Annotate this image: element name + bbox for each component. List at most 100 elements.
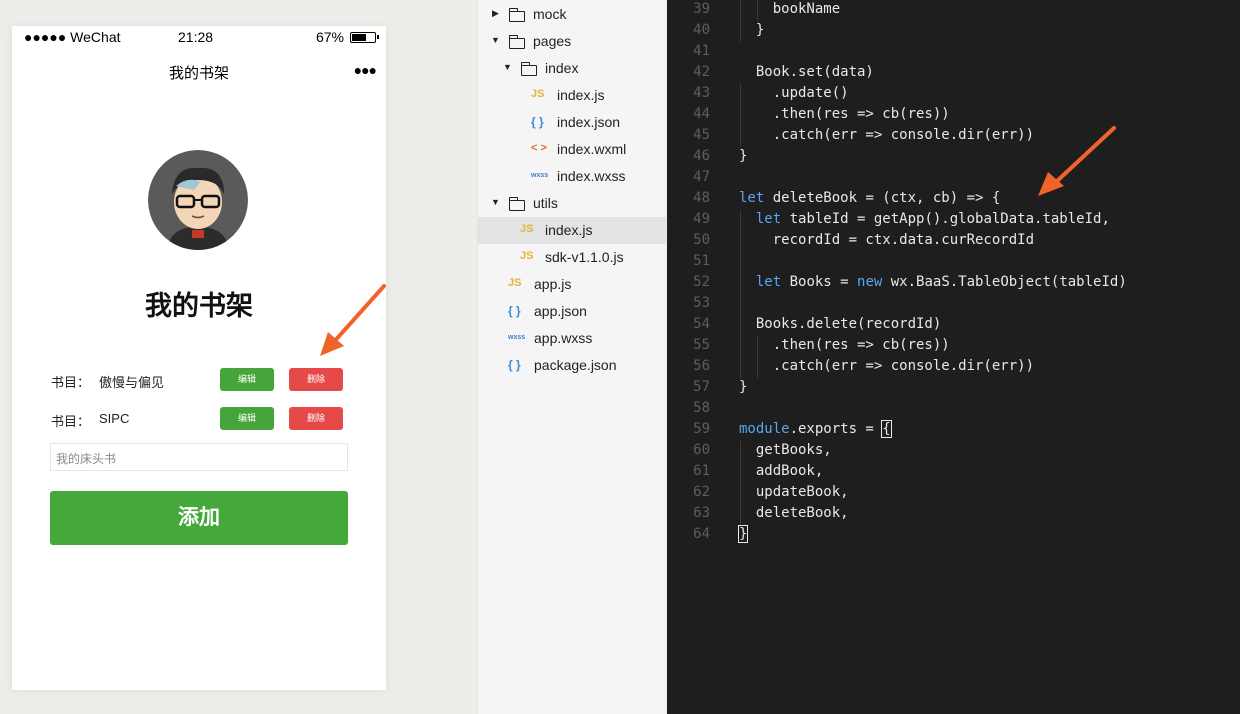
line-number: 51	[693, 253, 710, 269]
tree-file-index-wxml[interactable]: < > index.wxml	[478, 136, 666, 163]
file-tree: ▶ mock ▼ pages ▼ index JS index.js { } i…	[477, 0, 666, 714]
code-line: 45 .catch(err => console.dir(err))	[667, 126, 1240, 147]
line-number: 53	[693, 295, 710, 311]
code-text: }	[739, 379, 748, 395]
annotation-arrow-icon	[1038, 126, 1116, 196]
code-line: 49 let tableId = getApp().globalData.tab…	[667, 210, 1240, 231]
code-line: 48 let deleteBook = (ctx, cb) => {	[667, 189, 1240, 210]
line-number: 48	[693, 190, 710, 206]
tree-folder-pages[interactable]: ▼ pages	[478, 28, 666, 55]
tree-label: utils	[533, 195, 558, 211]
book-list-item: 书目： SIPC 编辑 删除	[51, 407, 351, 431]
line-number: 42	[693, 64, 710, 80]
code-line: 61 addBook,	[667, 462, 1240, 483]
code-line: 47	[667, 168, 1240, 189]
tree-file-index-js[interactable]: JS index.js	[478, 82, 666, 109]
line-number: 55	[693, 337, 710, 353]
js-file-icon: JS	[508, 277, 522, 289]
code-line: 41	[667, 42, 1240, 63]
code-line: 52 let Books = new wx.BaaS.TableObject(t…	[667, 273, 1240, 294]
line-number: 52	[693, 274, 710, 290]
wxss-file-icon: wxss	[508, 334, 526, 341]
tree-label: app.wxss	[534, 330, 593, 346]
tree-file-index-wxss[interactable]: wxss index.wxss	[478, 163, 666, 190]
line-number: 57	[693, 379, 710, 395]
tree-label: mock	[533, 6, 567, 22]
code-line: 51	[667, 252, 1240, 273]
js-file-icon: JS	[531, 88, 545, 100]
book-label: 书目：	[51, 375, 91, 390]
code-text: let tableId = getApp().globalData.tableI…	[755, 211, 1110, 227]
folder-open-icon	[508, 35, 525, 52]
code-line: 59 module.exports = {	[667, 420, 1240, 441]
tree-folder-index[interactable]: ▼ index	[478, 55, 666, 82]
code-text: let deleteBook = (ctx, cb) => {	[739, 190, 1001, 206]
code-line: 50 recordId = ctx.data.curRecordId	[667, 231, 1240, 252]
code-text: .then(res => cb(res))	[739, 106, 950, 122]
more-options-icon[interactable]: ●●●	[354, 62, 377, 78]
code-text: addBook,	[739, 463, 824, 479]
line-number: 43	[693, 85, 710, 101]
book-name: 傲慢与偏见	[99, 375, 165, 390]
line-number: 39	[693, 1, 710, 17]
tree-folder-mock[interactable]: ▶ mock	[478, 1, 666, 28]
code-line: 58	[667, 399, 1240, 420]
folder-icon	[508, 8, 525, 25]
tree-label: app.json	[534, 303, 587, 319]
battery-icon	[350, 31, 379, 43]
tree-file-app-js[interactable]: JS app.js	[478, 271, 666, 298]
tree-file-app-wxss[interactable]: wxss app.wxss	[478, 325, 666, 352]
code-line: 56 .catch(err => console.dir(err))	[667, 357, 1240, 378]
delete-button[interactable]: 删除	[289, 368, 343, 391]
tree-folder-utils[interactable]: ▼ utils	[478, 190, 666, 217]
expanded-arrow-icon: ▼	[503, 62, 512, 72]
code-text: let Books = new wx.BaaS.TableObject(tabl…	[755, 274, 1127, 290]
annotation-arrow-icon	[320, 284, 386, 356]
code-text: recordId = ctx.data.curRecordId	[739, 232, 1035, 248]
line-number: 45	[693, 127, 710, 143]
line-number: 61	[693, 463, 710, 479]
folder-open-icon	[508, 197, 525, 214]
nav-title: 我的书架	[168, 65, 229, 82]
json-file-icon: { }	[531, 115, 544, 129]
tree-label: app.js	[534, 276, 572, 292]
code-line: 39 bookName	[667, 0, 1240, 21]
line-number: 58	[693, 400, 710, 416]
book-label: 书目：	[51, 414, 91, 429]
code-text: updateBook,	[739, 484, 849, 500]
edit-button[interactable]: 编辑	[220, 368, 274, 391]
status-bar: ●●●●● WeChat 21:28 67%	[12, 26, 386, 48]
wxss-file-icon: wxss	[531, 172, 549, 179]
add-button[interactable]: 添加	[50, 491, 348, 545]
tree-label: index.wxml	[557, 141, 627, 157]
tree-file-sdk-js[interactable]: JS sdk-v1.1.0.js	[478, 244, 666, 271]
book-name-input[interactable]: 我的床头书	[50, 443, 348, 471]
tree-file-app-json[interactable]: { } app.json	[478, 298, 666, 325]
delete-button[interactable]: 删除	[289, 407, 343, 430]
tree-file-package-json[interactable]: { } package.json	[478, 352, 666, 379]
code-line: 43 .update()	[667, 84, 1240, 105]
code-line: 64}	[667, 525, 1240, 546]
edit-button[interactable]: 编辑	[220, 407, 274, 430]
carrier-label: ●●●●● WeChat	[24, 29, 121, 45]
book-list-item: 书目： 傲慢与偏见 编辑 删除	[51, 368, 351, 392]
code-line: 63 deleteBook,	[667, 504, 1240, 525]
tree-label: index	[545, 60, 579, 76]
code-text: Book.set(data)	[739, 64, 874, 80]
json-file-icon: { }	[508, 358, 521, 372]
code-line: 60 getBooks,	[667, 441, 1240, 462]
collapsed-arrow-icon: ▶	[492, 8, 499, 18]
line-number: 46	[693, 148, 710, 164]
code-line: 42 Book.set(data)	[667, 63, 1240, 84]
line-number: 44	[693, 106, 710, 122]
line-number: 54	[693, 316, 710, 332]
tree-file-index-json[interactable]: { } index.json	[478, 109, 666, 136]
code-line: 55 .then(res => cb(res))	[667, 336, 1240, 357]
code-text: Books.delete(recordId)	[739, 316, 942, 332]
code-editor[interactable]: 39 bookName 40 } 41 42 Book.set(data) 43 .up…	[667, 0, 1240, 714]
status-time: 21:28	[178, 29, 214, 45]
expanded-arrow-icon: ▼	[491, 35, 500, 45]
line-number: 64	[693, 526, 710, 542]
tree-file-utils-index-js[interactable]: JS index.js	[478, 217, 666, 244]
code-text: }	[737, 525, 749, 543]
